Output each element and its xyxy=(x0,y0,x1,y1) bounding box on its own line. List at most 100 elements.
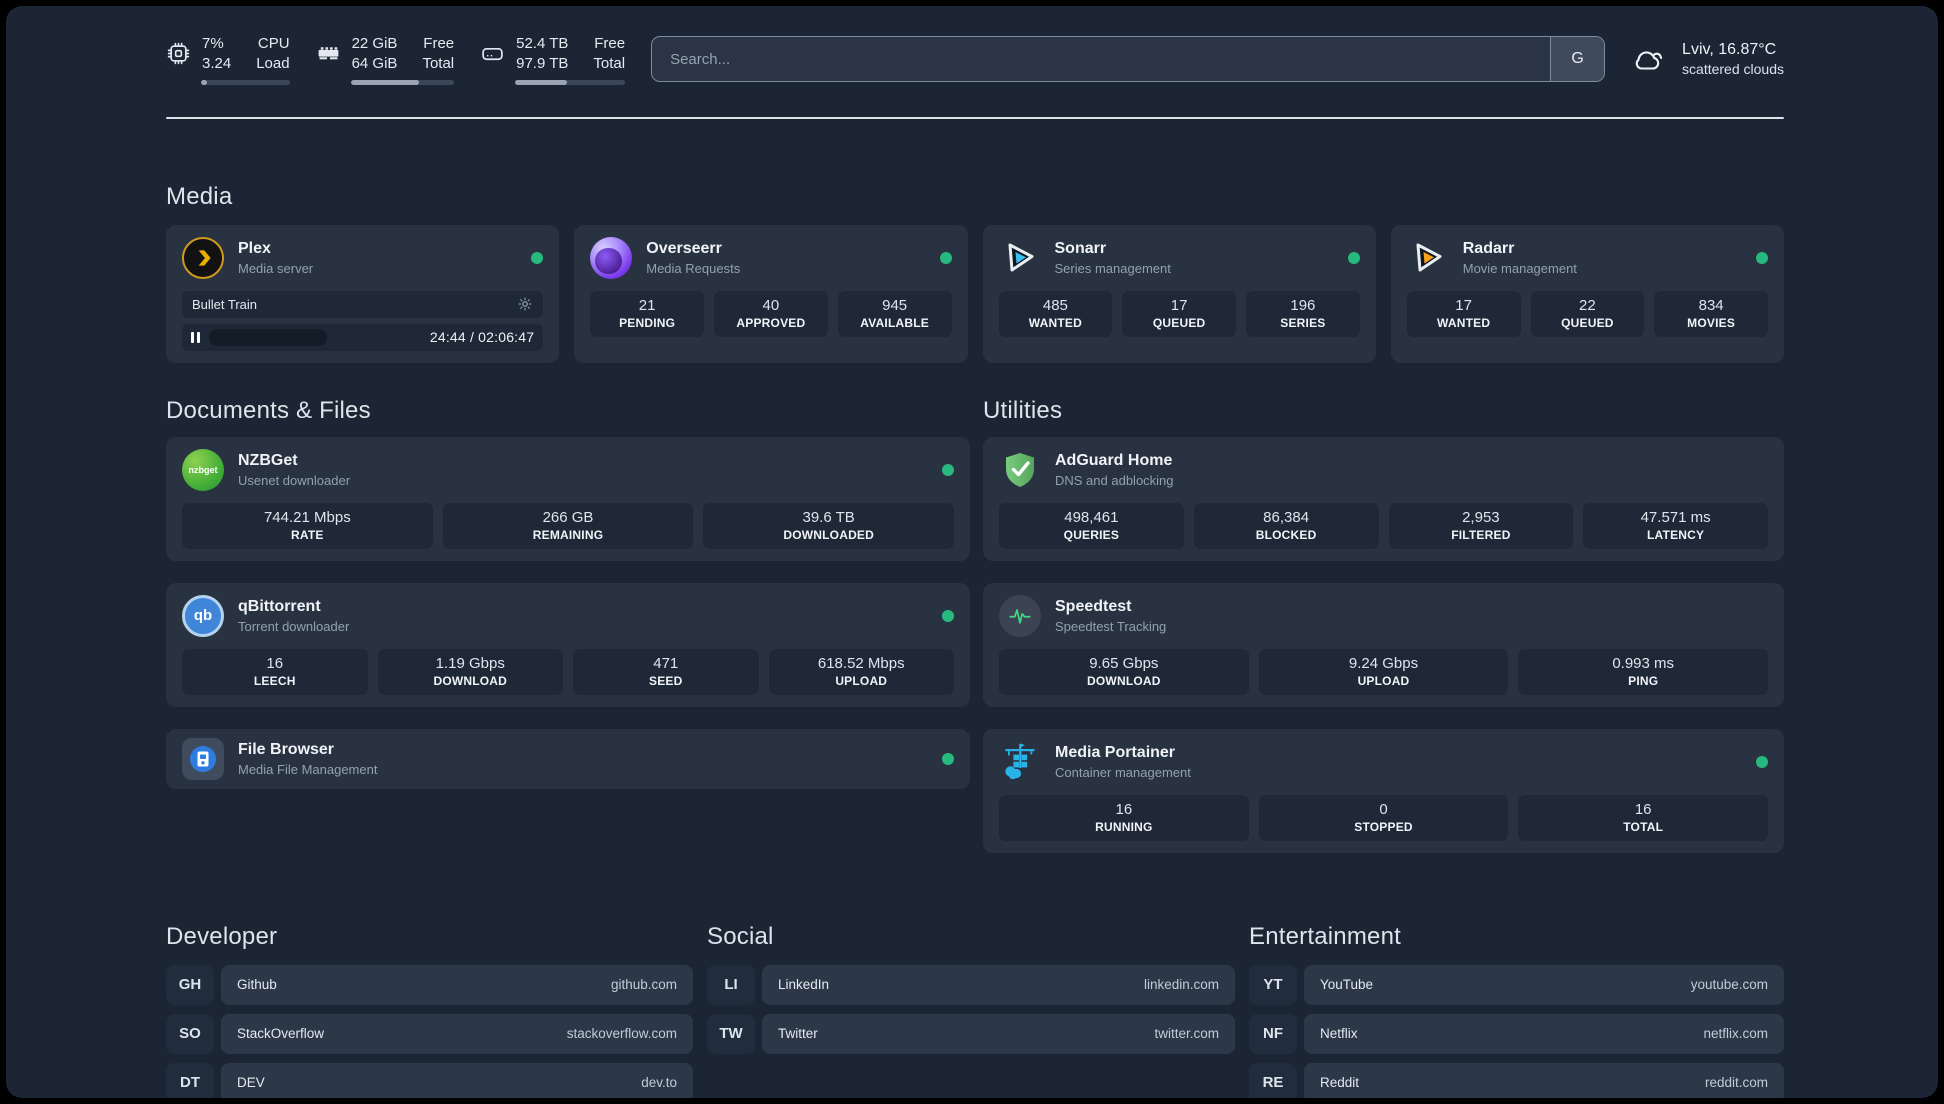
stat-label: DOWNLOADED xyxy=(783,527,875,542)
hard-drive-icon xyxy=(480,41,505,66)
stat-tile: 834 MOVIES xyxy=(1654,290,1768,337)
portainer-icon xyxy=(999,741,1041,783)
storage-free-label: Free xyxy=(594,35,626,52)
stat-tile: 1.19 Gbps DOWNLOAD xyxy=(377,648,563,695)
stat-tile: 17 QUEUED xyxy=(1122,290,1236,337)
stat-label: QUEUED xyxy=(1152,315,1206,330)
netflix-link[interactable]: Netflix netflix.com xyxy=(1304,1013,1784,1054)
stat-label: UPLOAD xyxy=(835,673,888,688)
github-badge[interactable]: GH xyxy=(166,964,214,1005)
stat-tile: 9.65 Gbps DOWNLOAD xyxy=(999,648,1249,695)
stat-value: 47.571 ms xyxy=(1640,508,1711,526)
stackoverflow-link[interactable]: StackOverflow stackoverflow.com xyxy=(221,1013,693,1054)
nzbget-icon: nzbget xyxy=(182,448,224,491)
adguard-card[interactable]: AdGuard Home DNS and adblocking 498,461 … xyxy=(983,436,1784,561)
qbittorrent-card[interactable]: qb qBittorrent Torrent downloader 16 LEE… xyxy=(166,582,970,707)
qbittorrent-icon: qb xyxy=(182,594,224,637)
memory-total-value: 64 GiB xyxy=(351,54,398,72)
netflix-badge[interactable]: NF xyxy=(1249,1013,1297,1054)
stackoverflow-badge[interactable]: SO xyxy=(166,1013,214,1054)
app-name: Media Portainer xyxy=(1055,743,1176,761)
now-playing-row: Bullet Train xyxy=(182,290,544,318)
stat-tile: 47.571 ms LATENCY xyxy=(1583,502,1768,549)
radarr-card[interactable]: Radarr Movie management 17 WANTED 22 QUE… xyxy=(1390,224,1784,363)
github-link[interactable]: Github github.com xyxy=(221,964,693,1005)
reddit-link[interactable]: Reddit reddit.com xyxy=(1304,1062,1784,1098)
stat-label: APPROVED xyxy=(736,315,806,330)
playback-time: 24:44 / 02:06:47 xyxy=(429,329,535,346)
youtube-badge[interactable]: YT xyxy=(1249,964,1297,1005)
cpu-load-label: Load xyxy=(256,54,290,72)
stat-label: LEECH xyxy=(253,673,296,688)
stat-label: DOWNLOAD xyxy=(433,673,508,688)
weather-location-temp: Lviv, 16.87°C xyxy=(1682,41,1777,59)
dev-badge[interactable]: DT xyxy=(166,1062,214,1098)
pause-icon[interactable] xyxy=(191,331,200,343)
dashboard-page: 7% 3.24 CPU Load 22 GiB 64 GiB Free Tota… xyxy=(6,6,1938,1098)
reddit-badge[interactable]: RE xyxy=(1249,1062,1297,1098)
twitter-badge[interactable]: TW xyxy=(707,1013,755,1054)
app-name: Overseerr xyxy=(646,239,722,257)
filebrowser-card[interactable]: File Browser Media File Management xyxy=(166,728,970,789)
stat-label: STOPPED xyxy=(1354,819,1413,834)
dev-link[interactable]: DEV dev.to xyxy=(221,1062,693,1098)
top-divider xyxy=(166,116,1784,119)
memory-free-label: Free xyxy=(423,35,455,52)
stat-value: 266 GB xyxy=(542,508,594,526)
stat-label: SERIES xyxy=(1280,315,1326,330)
link-row-netflix: NF Netflix netflix.com xyxy=(1249,1013,1784,1054)
overseerr-card[interactable]: Overseerr Media Requests 21 PENDING 40 A… xyxy=(574,224,968,363)
cpu-icon xyxy=(166,41,191,66)
status-dot xyxy=(942,752,954,765)
plex-card[interactable]: Plex Media server Bullet Train 24:44 / 0… xyxy=(166,224,560,363)
storage-free-value: 52.4 TB xyxy=(516,35,569,52)
link-row-dev: DT DEV dev.to xyxy=(166,1062,693,1098)
sonarr-card[interactable]: Sonarr Series management 485 WANTED 17 Q… xyxy=(982,224,1376,363)
cpu-usage-label: CPU xyxy=(257,35,290,52)
link-row-youtube: YT YouTube youtube.com xyxy=(1249,964,1784,1005)
app-name: File Browser xyxy=(238,740,335,758)
stat-label: FILTERED xyxy=(1451,527,1511,542)
cloud-icon xyxy=(1631,44,1669,74)
stat-tile: 22 QUEUED xyxy=(1530,290,1645,337)
search-input[interactable] xyxy=(652,37,1551,82)
stat-label: SEED xyxy=(649,673,683,688)
stat-tile: 744.21 Mbps RATE xyxy=(182,502,433,549)
link-row-linkedin: LI LinkedIn linkedin.com xyxy=(707,964,1235,1005)
storage-total-value: 97.9 TB xyxy=(516,54,569,72)
memory-free-value: 22 GiB xyxy=(351,35,398,52)
stat-label: WANTED xyxy=(1028,315,1082,330)
app-subtitle: Torrent downloader xyxy=(238,618,350,634)
portainer-card[interactable]: Media Portainer Container management 16 … xyxy=(983,728,1784,853)
stat-tile: 485 WANTED xyxy=(998,290,1113,337)
sonarr-icon xyxy=(999,237,1041,279)
twitter-link[interactable]: Twitter twitter.com xyxy=(762,1013,1235,1054)
youtube-link[interactable]: YouTube youtube.com xyxy=(1304,964,1784,1005)
weather-widget: Lviv, 16.87°C scattered clouds xyxy=(1631,41,1784,77)
stat-value: 16 xyxy=(1115,800,1133,818)
app-name: Speedtest xyxy=(1055,597,1132,615)
stat-value: 16 xyxy=(1634,800,1652,818)
section-title-utilities: Utilities xyxy=(983,396,1063,424)
speedtest-card[interactable]: Speedtest Speedtest Tracking 9.65 Gbps D… xyxy=(983,582,1784,707)
stat-value: 39.6 TB xyxy=(802,508,855,526)
app-name: Plex xyxy=(238,239,271,257)
linkedin-link[interactable]: LinkedIn linkedin.com xyxy=(762,964,1235,1005)
app-subtitle: Container management xyxy=(1055,764,1191,780)
settings-icon[interactable] xyxy=(517,296,533,312)
linkedin-badge[interactable]: LI xyxy=(707,964,755,1005)
ram-icon xyxy=(316,41,341,66)
playback-progress-pill xyxy=(209,328,327,346)
stat-label: PING xyxy=(1628,673,1659,688)
filebrowser-icon xyxy=(182,737,224,780)
memory-total-label: Total xyxy=(422,54,455,72)
status-dot xyxy=(1347,251,1360,264)
app-subtitle: Speedtest Tracking xyxy=(1055,618,1167,634)
nzbget-card[interactable]: nzbget NZBGet Usenet downloader 744.21 M… xyxy=(166,436,970,561)
app-subtitle: Series management xyxy=(1054,260,1171,276)
cpu-progress-bar xyxy=(201,79,290,85)
stat-label: QUERIES xyxy=(1063,527,1120,542)
stat-label: AVAILABLE xyxy=(860,315,929,330)
search-engine-button[interactable]: G xyxy=(1550,37,1605,82)
stat-label: RATE xyxy=(291,527,324,542)
